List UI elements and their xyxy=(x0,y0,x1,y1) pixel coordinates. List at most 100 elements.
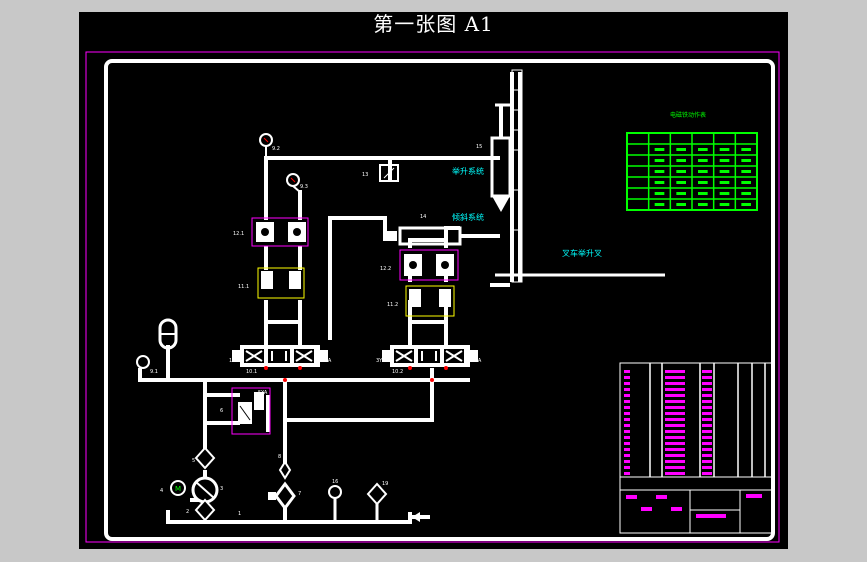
parts-spec-mark xyxy=(702,442,712,445)
label-c10-2: 10.2 xyxy=(392,369,403,375)
solenoid-action-table xyxy=(626,132,758,211)
sol-table-cell-mark xyxy=(719,181,730,184)
sol-table-cell-mark xyxy=(719,192,730,195)
parts-index-mark xyxy=(624,466,630,469)
label-c6: 6 xyxy=(220,408,223,414)
label-c14: 14 xyxy=(420,214,426,220)
parts-index-mark xyxy=(624,370,630,373)
parts-name-mark xyxy=(665,424,685,427)
sol-table-cell-mark xyxy=(719,148,730,151)
check-valves-12-2 xyxy=(399,249,459,281)
label-c11-1: 11.1 xyxy=(238,284,249,290)
parts-name-mark xyxy=(665,436,685,439)
parts-name-mark xyxy=(665,454,685,457)
parts-index-mark xyxy=(624,382,630,385)
parts-name-mark xyxy=(665,442,685,445)
label-c4: 4 xyxy=(160,488,163,494)
parts-spec-mark xyxy=(702,370,712,373)
sol-table-cell-mark xyxy=(676,170,686,173)
parts-spec-mark xyxy=(702,454,712,457)
sol-table-cell-mark xyxy=(698,170,708,173)
label-c12-1: 12.1 xyxy=(233,231,244,237)
parts-spec-mark xyxy=(702,400,712,403)
parts-name-mark xyxy=(665,472,685,475)
parts-index-mark xyxy=(624,376,630,379)
label-c11-2: 11.2 xyxy=(387,302,398,308)
lift-system-label: 举升系统 xyxy=(452,166,484,176)
label-c2: 2 xyxy=(186,509,189,515)
sol-table-cell-mark xyxy=(654,192,665,195)
parts-name-mark xyxy=(665,382,685,385)
parts-index-mark xyxy=(624,454,630,457)
sol-table-cell-mark xyxy=(676,192,686,195)
parts-spec-mark xyxy=(702,376,712,379)
parts-name-mark xyxy=(665,430,685,433)
parts-index-mark xyxy=(624,430,630,433)
parts-index-mark xyxy=(624,388,630,391)
hydraulic-schematic: M 1 2 3 4 5 6 7 8 9.1 9.2 9.3 10.1 10.2 … xyxy=(85,51,780,543)
parts-spec-mark xyxy=(702,466,712,469)
title-block-mark xyxy=(746,494,762,498)
sol-table-cell-mark xyxy=(741,181,751,184)
sol-table-cell-mark xyxy=(676,148,686,151)
parts-spec-mark xyxy=(702,430,712,433)
parts-name-mark xyxy=(665,448,685,451)
tank-accessories xyxy=(328,482,420,522)
solenoid-table-title: 电磁铁动作表 xyxy=(670,111,706,119)
return-filter xyxy=(268,460,296,511)
parts-spec-mark xyxy=(702,436,712,439)
sol-table-cell-mark xyxy=(741,203,751,206)
tilt-system-label: 倾斜系统 xyxy=(452,212,484,222)
sol-table-cell-mark xyxy=(719,159,730,162)
title-block-mark xyxy=(656,495,667,499)
label-g9-3: 9.3 xyxy=(300,184,308,190)
parts-index-mark xyxy=(624,412,630,415)
label-c7: 7 xyxy=(298,491,301,497)
label-c10-1: 10.1 xyxy=(246,369,257,375)
label-c9-1: 9.1 xyxy=(150,369,158,375)
label-5ya: 5YA xyxy=(258,390,268,396)
label-3ya: 3YA xyxy=(376,358,386,364)
accumulator xyxy=(158,318,178,350)
parts-name-mark xyxy=(665,406,685,409)
parts-index-mark xyxy=(624,400,630,403)
title-block-mark xyxy=(641,507,652,511)
sol-table-cell-mark xyxy=(741,159,751,162)
sol-table-cell-mark xyxy=(741,170,751,173)
sol-table-cell-mark xyxy=(741,148,751,151)
label-c15: 15 xyxy=(476,144,482,150)
sol-table-cell-mark xyxy=(698,192,708,195)
sol-table-cell-mark xyxy=(719,170,730,173)
sol-table-cell-mark xyxy=(676,181,686,184)
parts-name-mark xyxy=(665,388,685,391)
parts-name-mark xyxy=(665,370,685,373)
sol-table-cell-mark xyxy=(676,203,686,206)
parts-index-mark xyxy=(624,448,630,451)
title-block-mark xyxy=(696,514,726,518)
svg-text:M: M xyxy=(175,485,181,493)
parts-spec-mark xyxy=(702,406,712,409)
parts-spec-mark xyxy=(702,424,712,427)
parts-name-mark xyxy=(665,418,685,421)
parts-spec-mark xyxy=(702,382,712,385)
parts-spec-mark xyxy=(702,418,712,421)
parts-name-mark xyxy=(665,460,685,463)
parts-spec-mark xyxy=(702,460,712,463)
check-valves-12-1 xyxy=(251,217,309,247)
parts-index-mark xyxy=(624,418,630,421)
label-c13: 13 xyxy=(362,172,368,178)
directional-valve-10-1 xyxy=(232,345,328,370)
sol-table-cell-mark xyxy=(698,203,708,206)
parts-spec-mark xyxy=(702,472,712,475)
label-c19: 19 xyxy=(382,481,388,487)
parts-spec-mark xyxy=(702,388,712,391)
parts-index-mark xyxy=(624,436,630,439)
label-2ya: 2YA xyxy=(322,358,332,364)
parts-spec-mark xyxy=(702,394,712,397)
sol-table-cell-mark xyxy=(698,159,708,162)
parts-index-mark xyxy=(624,394,630,397)
title-block-mark xyxy=(626,495,637,499)
label-1ya: 1YA xyxy=(229,358,239,364)
parts-name-mark xyxy=(665,400,685,403)
parts-name-mark xyxy=(665,412,685,415)
